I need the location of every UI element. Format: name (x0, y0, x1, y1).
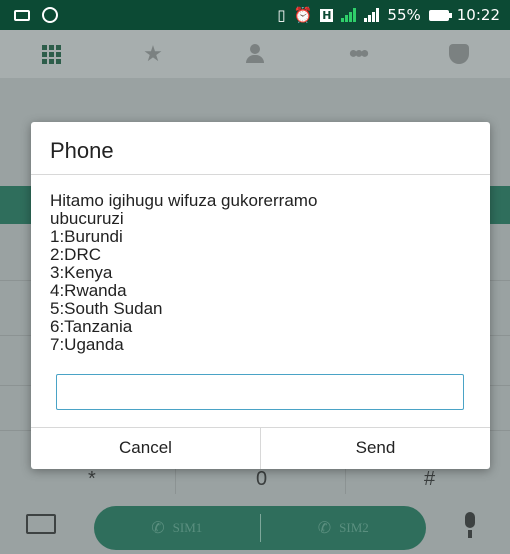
dialog-title: Phone (50, 138, 114, 163)
phone-icon: ✆ (151, 520, 165, 537)
tab-blocked[interactable] (439, 39, 479, 69)
microphone-icon[interactable] (462, 512, 478, 538)
tab-groups[interactable]: ●●● (337, 39, 377, 69)
keypad-icon (41, 44, 61, 64)
alarm-icon: ⏰ (293, 6, 313, 24)
sim1-label: SIM1 (172, 520, 203, 535)
shield-icon (449, 44, 469, 64)
call-sim1-button[interactable]: ✆ SIM1 (94, 518, 260, 538)
dialog-message: Hitamo igihugu wifuza gukorerramo ubucur… (50, 191, 318, 354)
status-bar: ▯ ⏰ H 55% 10:22 (0, 0, 510, 30)
tab-contacts[interactable] (235, 39, 275, 69)
vibrate-icon: ▯ (277, 6, 286, 24)
star-icon: ★ (143, 41, 163, 66)
ussd-dialog: Phone Hitamo igihugu wifuza gukorerramo … (31, 122, 490, 469)
group-icon: ●●● (348, 45, 370, 62)
call-bar: ✆ SIM1 ✆ SIM2 (0, 494, 510, 554)
sim2-label: SIM2 (339, 520, 369, 535)
message-icon (14, 9, 30, 21)
call-sim2-button[interactable]: ✆ SIM2 (261, 518, 427, 538)
response-input[interactable] (56, 374, 464, 410)
key-hash[interactable]: # (424, 468, 435, 491)
battery-percent: 55% (387, 6, 421, 24)
phone-icon: ✆ (317, 520, 332, 537)
divider (31, 174, 490, 175)
tab-favorites[interactable]: ★ (133, 39, 173, 69)
call-icon (42, 7, 58, 23)
send-button[interactable]: Send (261, 427, 490, 469)
clock: 10:22 (456, 6, 500, 24)
battery-icon (428, 9, 452, 21)
tab-keypad[interactable] (31, 39, 71, 69)
person-icon (244, 44, 266, 64)
key-zero[interactable]: 0 (256, 468, 267, 491)
key-star[interactable]: * (88, 468, 96, 491)
call-button-group: ✆ SIM1 ✆ SIM2 (94, 506, 426, 550)
cancel-button[interactable]: Cancel (31, 427, 260, 469)
signal-sim2-icon (364, 8, 380, 22)
signal-sim1-icon (341, 8, 357, 22)
keyboard-toggle-icon[interactable] (26, 514, 56, 534)
h-data-icon: H (320, 8, 334, 22)
dialer-tab-bar: ★ ●●● (0, 30, 510, 78)
